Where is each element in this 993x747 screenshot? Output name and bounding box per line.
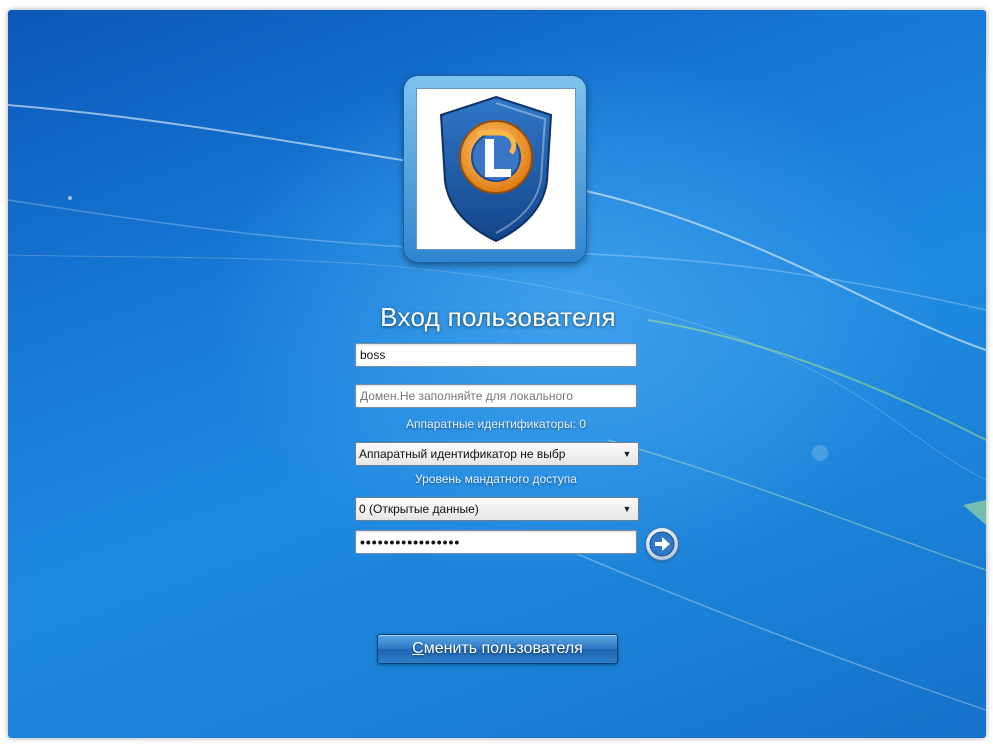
page-title: Вход пользователя bbox=[380, 302, 616, 332]
switch-user-label: менить пользователя bbox=[423, 640, 583, 657]
logo-container bbox=[416, 88, 576, 250]
chevron-down-icon: ▼ bbox=[622, 449, 632, 459]
switch-user-accel: С bbox=[412, 640, 424, 657]
access-level-label: Уровень мандатного доступа bbox=[415, 472, 577, 486]
dl-shield-logo-icon bbox=[439, 95, 553, 243]
hw-id-select[interactable]: Аппаратный идентификатор не выбр ▼ bbox=[355, 442, 639, 466]
password-input[interactable]: ••••••••••••••••• bbox=[355, 530, 637, 554]
hw-ids-label: Аппаратные идентификаторы: 0 bbox=[406, 417, 586, 431]
arrow-right-icon bbox=[649, 531, 675, 557]
access-level-select-value: 0 (Открытые данные) bbox=[359, 502, 479, 516]
access-level-select[interactable]: 0 (Открытые данные) ▼ bbox=[355, 497, 639, 521]
domain-input[interactable]: Домен.Не заполняйте для локального bbox=[355, 384, 637, 408]
username-input[interactable]: boss bbox=[355, 343, 637, 367]
submit-button[interactable] bbox=[646, 528, 678, 560]
logo-frame bbox=[404, 76, 586, 262]
switch-user-button[interactable]: Сменить пользователя bbox=[377, 634, 618, 664]
login-screen: Вход пользователя boss Домен.Не заполняй… bbox=[8, 10, 986, 738]
chevron-down-icon: ▼ bbox=[622, 504, 632, 514]
hw-id-select-value: Аппаратный идентификатор не выбр bbox=[359, 447, 566, 461]
